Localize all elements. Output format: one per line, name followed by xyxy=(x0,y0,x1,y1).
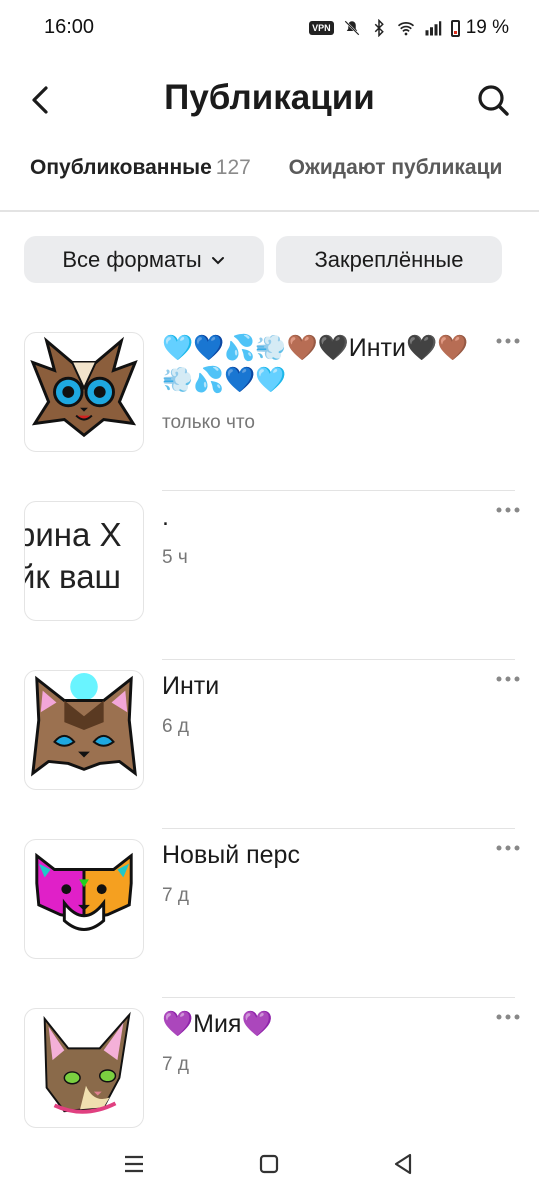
post-title: 💜Мия💜 xyxy=(162,1010,273,1038)
chevron-down-icon xyxy=(211,256,224,264)
brown-cat-icon xyxy=(31,672,137,777)
bluetooth-icon xyxy=(374,19,384,37)
post-thumbnail[interactable] xyxy=(24,332,144,452)
tabs-bar: Опубликованные 127 Ожидают публикаци xyxy=(30,156,502,180)
post-time: 7 д xyxy=(162,1054,189,1075)
thumbnail-text: рина Х йк ваш xyxy=(24,514,122,598)
tab-pending[interactable]: Ожидают публикаци xyxy=(289,156,503,180)
post-title: . xyxy=(162,503,169,531)
list-item[interactable]: 🩵💙💦💨🤎🖤Инти🖤🤎💨💦💙🩵 только что xyxy=(0,322,539,491)
list-item[interactable]: Новый перс 7 д xyxy=(0,829,539,998)
post-thumbnail[interactable]: рина Х йк ваш xyxy=(24,501,144,621)
more-options-icon[interactable] xyxy=(495,843,521,853)
tab-published-count: 127 xyxy=(215,156,251,179)
post-title: Новый перс xyxy=(162,841,300,869)
colorful-cat-icon xyxy=(35,852,133,931)
post-title: 🩵💙💦💨🤎🖤Инти🖤🤎💨💦💙🩵 xyxy=(162,334,469,394)
formats-filter-label: Все форматы xyxy=(62,246,202,272)
mute-icon xyxy=(344,20,360,36)
list-item[interactable]: Инти 6 д xyxy=(0,660,539,829)
tabby-cat-icon xyxy=(43,1011,131,1114)
battery-icon xyxy=(450,19,460,37)
tab-published[interactable]: Опубликованные 127 xyxy=(30,156,251,180)
status-icons: VPN 19 % xyxy=(309,17,509,39)
battery-indicator: 19 % xyxy=(450,17,509,39)
more-options-icon[interactable] xyxy=(495,505,521,515)
post-time: только что xyxy=(162,412,255,433)
post-thumbnail[interactable] xyxy=(24,1008,144,1128)
post-time: 6 д xyxy=(162,716,189,737)
thumbnail-text-line-2: йк ваш xyxy=(24,558,122,595)
page-title: Публикации xyxy=(164,78,375,117)
more-options-icon[interactable] xyxy=(495,1012,521,1022)
post-title: Инти xyxy=(162,672,220,700)
home-icon[interactable] xyxy=(257,1152,281,1176)
post-thumbnail[interactable] xyxy=(24,839,144,959)
formats-filter-chip[interactable]: Все форматы xyxy=(24,236,264,283)
list-item[interactable]: рина Х йк ваш . 5 ч xyxy=(0,491,539,660)
recent-apps-icon[interactable] xyxy=(122,1152,146,1176)
more-options-icon[interactable] xyxy=(495,336,521,346)
signal-icon xyxy=(425,21,441,36)
thumbnail-text-line-1: рина Х xyxy=(24,516,122,553)
more-options-icon[interactable] xyxy=(495,674,521,684)
vpn-icon: VPN xyxy=(309,21,334,35)
status-time: 16:00 xyxy=(44,16,95,38)
tab-published-label: Опубликованные xyxy=(30,156,212,179)
back-nav-icon[interactable] xyxy=(391,1152,415,1176)
wifi-icon xyxy=(397,22,414,36)
pinned-filter-chip[interactable]: Закреплённые xyxy=(276,236,502,283)
post-thumbnail[interactable] xyxy=(24,670,144,790)
post-time: 5 ч xyxy=(162,547,188,568)
post-time: 7 д xyxy=(162,885,189,906)
list-item[interactable]: 💜Мия💜 7 д xyxy=(0,998,539,1167)
tabs-divider xyxy=(0,210,539,212)
search-icon[interactable] xyxy=(475,82,511,118)
battery-percent: 19 % xyxy=(465,17,509,38)
brown-cat-icon xyxy=(30,336,138,438)
